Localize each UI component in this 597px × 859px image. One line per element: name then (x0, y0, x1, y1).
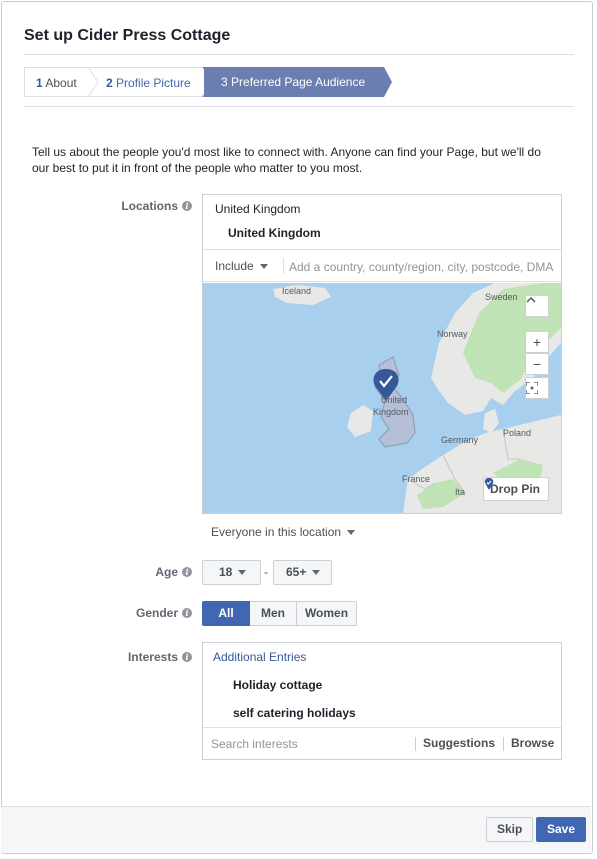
step-number: 1 (36, 76, 43, 90)
zoom-in-button[interactable]: + (525, 331, 549, 353)
location-search-input[interactable] (289, 258, 555, 276)
drop-pin-label: Drop Pin (490, 482, 540, 496)
locations-box: United Kingdom United Kingdom Include Ad… (202, 194, 562, 514)
gender-label-text: Gender (135, 606, 178, 620)
gender-women-button[interactable]: Women (297, 601, 357, 626)
age-label-text: Age (155, 565, 178, 579)
map-scroll-up-button[interactable] (525, 295, 549, 317)
age-max-select[interactable]: 65+ (273, 560, 332, 585)
suggestions-button[interactable]: Suggestions (423, 736, 495, 750)
locations-label: Locations i (121, 199, 192, 213)
recenter-button[interactable] (525, 377, 549, 399)
interests-label-text: Interests (127, 650, 178, 664)
dialog-title: Set up Cider Press Cottage (24, 27, 231, 44)
interests-box: Additional Entries Holiday cottage self … (202, 642, 562, 760)
map-label: Kingdom (373, 407, 409, 417)
drop-pin-button[interactable]: Drop Pin (483, 477, 549, 501)
map-label: Sweden (485, 292, 518, 302)
location-scope-dropdown[interactable]: Everyone in this location (211, 525, 356, 539)
info-icon[interactable]: i (182, 201, 192, 211)
step-number: 3 (221, 75, 228, 89)
gender-all-button[interactable]: All (202, 601, 250, 626)
gender-men-button[interactable]: Men (250, 601, 297, 626)
chevron-down-icon (312, 570, 321, 576)
gender-label: Gender i (136, 606, 192, 620)
divider (24, 54, 574, 55)
step-label: Preferred Page Audience (231, 75, 366, 89)
info-icon[interactable]: i (182, 652, 192, 662)
step-label: Profile Picture (116, 76, 191, 90)
map-label: Iceland (282, 286, 312, 296)
save-button[interactable]: Save (536, 817, 587, 842)
intro-text: Tell us about the people you'd most like… (32, 145, 541, 175)
map-label: Norway (437, 329, 468, 339)
step-number: 2 (106, 76, 113, 90)
age-range-separator: - (264, 565, 268, 579)
divider (283, 258, 284, 274)
interests-search-row: Suggestions Browse (203, 727, 561, 759)
step-about[interactable]: 1 About (24, 67, 90, 97)
step-chevron-icon (382, 67, 392, 97)
fullscreen-icon (526, 382, 538, 394)
interest-item[interactable]: Holiday cottage (233, 678, 322, 692)
divider (24, 106, 574, 107)
gender-selector: All Men Women (202, 601, 357, 626)
chevron-down-icon (238, 570, 247, 576)
info-icon[interactable]: i (182, 567, 192, 577)
divider (415, 737, 416, 751)
interest-item[interactable]: self catering holidays (233, 706, 356, 720)
pin-icon (484, 478, 494, 490)
info-icon[interactable]: i (182, 608, 192, 618)
include-dropdown[interactable]: Include (215, 259, 268, 273)
map-label: United (381, 395, 408, 405)
step-preferred-audience[interactable]: 3 Preferred Page Audience (204, 67, 384, 97)
chevron-up-icon (526, 296, 536, 303)
location-country: United Kingdom (215, 202, 301, 216)
chevron-down-icon (347, 530, 356, 536)
interests-label: Interests i (128, 650, 192, 664)
map-label: Germany (441, 435, 479, 445)
location-map[interactable]: Iceland Sweden Norway United Kingdom Ger… (203, 283, 561, 513)
zoom-out-button[interactable]: − (525, 353, 549, 375)
browse-button[interactable]: Browse (511, 736, 554, 750)
map-label: Poland (503, 428, 532, 438)
map-label: France (402, 474, 431, 484)
skip-button[interactable]: Skip (486, 817, 534, 842)
interests-header: Additional Entries (213, 650, 307, 664)
interests-search-input[interactable] (211, 735, 411, 753)
age-max-value: 65+ (286, 565, 307, 579)
age-min-value: 18 (219, 565, 233, 579)
age-label: Age i (155, 565, 192, 579)
step-tracker: 1 About 2 Profile Picture 3 Preferred Pa… (24, 67, 392, 97)
include-label: Include (215, 259, 254, 273)
map-label: Ita (455, 487, 466, 497)
chevron-down-icon (259, 264, 268, 270)
divider (503, 737, 504, 751)
age-min-select[interactable]: 18 (202, 560, 261, 585)
selected-location[interactable]: United Kingdom (228, 226, 321, 240)
location-scope-label: Everyone in this location (211, 525, 342, 539)
step-profile-picture[interactable]: 2 Profile Picture (90, 67, 204, 97)
location-input-row: Include (203, 249, 561, 282)
step-label: About (45, 76, 77, 90)
locations-label-text: Locations (121, 199, 178, 213)
